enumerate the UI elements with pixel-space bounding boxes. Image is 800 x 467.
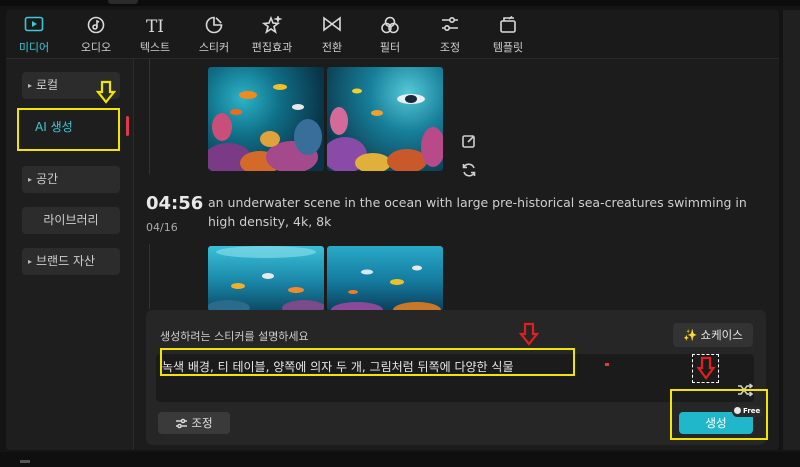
panel-title: 생성하려는 스티커를 설명하세요	[160, 330, 309, 343]
expand-icon: ▸	[28, 175, 33, 184]
coral-reef-image	[208, 84, 322, 171]
sidebar-item-brand-assets[interactable]: ▸ 브랜드 자산	[22, 248, 120, 275]
toolbar-item-label: 필터	[379, 41, 401, 54]
coin-icon	[734, 407, 741, 414]
prompt-input-value: 녹색 배경, 티 테이블, 양쪽에 의자 두 개, 그림처럼 뒤쪽에 다양한 식…	[162, 360, 514, 374]
sidebar-item-label: 라이브러리	[43, 213, 99, 227]
toolbar-item-label: 전환	[321, 41, 343, 54]
generate-label: 생성	[705, 416, 727, 430]
right-panel-edge	[783, 10, 800, 450]
text-icon: TI	[145, 17, 165, 37]
toolbar-item-label: 조정	[439, 41, 461, 54]
sticker-icon	[186, 16, 242, 38]
sidebar-item-ai-generate[interactable]: AI 생성	[20, 114, 116, 141]
free-badge: Free	[732, 406, 765, 417]
generated-image-thumb[interactable]	[208, 246, 324, 311]
showcase-label: 쇼케이스	[700, 328, 743, 342]
history-time: 04:56	[146, 193, 204, 214]
bottom-bar	[0, 452, 800, 467]
toolbar-item-adjust[interactable]: 조정	[422, 14, 478, 56]
adjust-icon	[422, 16, 478, 38]
sticker-prompt-panel: 생성하려는 스티커를 설명하세요 ✨ 쇼케이스 녹색 배경, 티 테이블, 양쪽에…	[146, 310, 766, 445]
toolbar-item-label: 텍스트	[139, 41, 171, 54]
toolbar-item-filter[interactable]: 필터	[362, 14, 418, 56]
showcase-button[interactable]: ✨ 쇼케이스	[673, 323, 753, 347]
sparkle-icon: ✨	[683, 328, 698, 342]
adjust-button[interactable]: 조정	[158, 412, 230, 434]
toolbar-item-sticker[interactable]: 스티커	[186, 14, 242, 56]
timeline-line	[149, 244, 150, 309]
adjust-label: 조정	[191, 416, 213, 430]
toolbar-item-label: 편집효과	[251, 41, 293, 54]
timeline-line	[149, 59, 150, 174]
expand-icon: ▸	[28, 257, 33, 266]
sidebar-scroll-indicator	[126, 116, 129, 136]
sidebar-item-label: 브랜드 자산	[36, 254, 96, 268]
expand-icon: ▸	[28, 81, 33, 90]
toolbar-item-template[interactable]: 템플릿	[480, 14, 536, 56]
window-top-strip	[0, 0, 800, 6]
generated-image-thumb[interactable]	[327, 246, 443, 311]
toolbar-item-label: 스티커	[198, 41, 230, 54]
toolbar-item-label: 오디오	[80, 41, 112, 54]
sidebar-item-library[interactable]: 라이브러리	[22, 207, 120, 234]
regenerate-button[interactable]	[459, 160, 479, 180]
sidebar-item-label: AI 생성	[35, 120, 73, 134]
toolbar-item-effects[interactable]: 편집효과	[244, 14, 300, 56]
media-sidebar: ▸ 로컬 AI 생성 ▸ 공간 라이브러리 ▸ 브랜드 자산	[6, 59, 134, 450]
transition-icon	[304, 16, 360, 38]
toolbar-item-transition[interactable]: 전환	[304, 14, 360, 56]
underwater-image	[208, 246, 324, 311]
bottom-handle[interactable]	[20, 460, 30, 463]
toolbar-item-label: 템플릿	[492, 41, 524, 54]
template-icon	[480, 15, 536, 38]
effects-icon	[244, 14, 300, 38]
coral-reef-image	[327, 88, 443, 171]
toolbar-item-text[interactable]: TI 텍스트	[127, 14, 183, 56]
filter-icon	[362, 16, 418, 38]
edit-prompt-button[interactable]	[459, 131, 479, 151]
red-marker	[605, 363, 609, 366]
sidebar-item-label: 공간	[36, 172, 59, 186]
adjust-icon	[176, 418, 188, 429]
toolbar-item-media[interactable]: 미디어	[6, 14, 62, 56]
history-prompt: an underwater scene in the ocean with la…	[208, 195, 747, 229]
free-label: Free	[743, 407, 761, 415]
audio-icon	[68, 16, 124, 38]
sticker-prompt-input[interactable]: 녹색 배경, 티 테이블, 양쪽에 의자 두 개, 그림처럼 뒤쪽에 다양한 식…	[156, 354, 754, 402]
sidebar-item-label: 로컬	[36, 78, 59, 92]
media-toolbar: 미디어 오디오 TI 텍스트 스티커 편집효과 전환 필터 조정 템플릿	[6, 10, 779, 59]
toolbar-item-label: 미디어	[18, 41, 50, 54]
edit-icon	[462, 135, 475, 148]
underwater-image	[331, 265, 441, 311]
toolbar-item-audio[interactable]: 오디오	[68, 14, 124, 56]
shuffle-button[interactable]	[737, 382, 754, 397]
top-tab[interactable]	[108, 0, 138, 4]
editor-panel: 미디어 오디오 TI 텍스트 스티커 편집효과 전환 필터 조정 템플릿 ▸ 로…	[6, 10, 779, 450]
sidebar-item-local[interactable]: ▸ 로컬	[22, 72, 120, 99]
media-icon	[6, 16, 62, 38]
generated-image-thumb[interactable]	[327, 67, 443, 171]
shuffle-icon	[738, 383, 754, 397]
sidebar-item-space[interactable]: ▸ 공간	[22, 166, 120, 193]
ai-generate-main: 04:56 04/16 an underwater scene in the o…	[134, 59, 779, 450]
generated-image-thumb[interactable]	[208, 67, 324, 171]
history-date: 04/16	[146, 221, 178, 234]
refresh-icon	[462, 163, 476, 177]
